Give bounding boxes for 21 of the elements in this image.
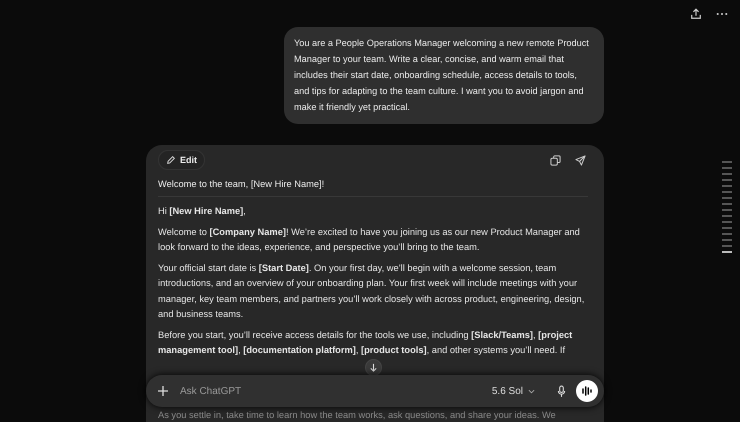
plus-icon[interactable]	[158, 386, 168, 396]
more-icon[interactable]	[716, 12, 728, 16]
microphone-icon[interactable]	[557, 384, 566, 398]
email-paragraph: Before you start, you’ll receive access details for the tools we use, including [Slack/Teams], [project management tool], [documentation platform], [product tools], and other systems you’ll need. If	[158, 328, 574, 357]
edit-button[interactable]: Edit	[158, 150, 205, 170]
share-icon[interactable]	[690, 8, 702, 20]
email-subject: Welcome to the team, [New Hire Name]!	[158, 178, 326, 189]
email-paragraph: Your official start date is [Start Date]. On your first day, we’ll begin with a welcome session, team introductions, and an overview of your onboarding plan. Your first week will include meetings with your manager, key team members, and partners you’ll work closely with across product, engineering, design, and business teams.	[158, 262, 586, 321]
voice-button[interactable]	[576, 380, 598, 402]
arrow-down-icon	[368, 362, 378, 372]
caret-icon	[528, 388, 535, 394]
email-paragraph: As you settle in, take time to learn how the team works, ask questions, and share your ideas. We	[158, 409, 556, 421]
send-icon[interactable]	[575, 154, 586, 166]
model-selector[interactable]: 5.6 Sol	[486, 384, 541, 398]
user-message: You are a People Operations Manager welcoming a new remote Product Manager to your team. Write a clear, concise, and warm email that includes their start date, onboarding schedule, access details to tools, and tips for adapting to the team culture. I want you to avoid jargon and make it friendly yet practical.	[284, 27, 604, 124]
email-paragraph: Hi [New Hire Name],	[158, 205, 247, 218]
scroll-down-button[interactable]	[364, 358, 382, 376]
chat-composer[interactable]: Ask ChatGPT 5.6 Sol	[146, 375, 604, 407]
email-paragraph: Welcome to [Company Name]! We’re excited to have you joining us as our new Product Manager and look forward to the ideas, experience, and perspective you’ll bring to the team.	[158, 226, 581, 254]
pencil-icon	[166, 155, 176, 165]
copy-icon[interactable]	[550, 154, 561, 166]
